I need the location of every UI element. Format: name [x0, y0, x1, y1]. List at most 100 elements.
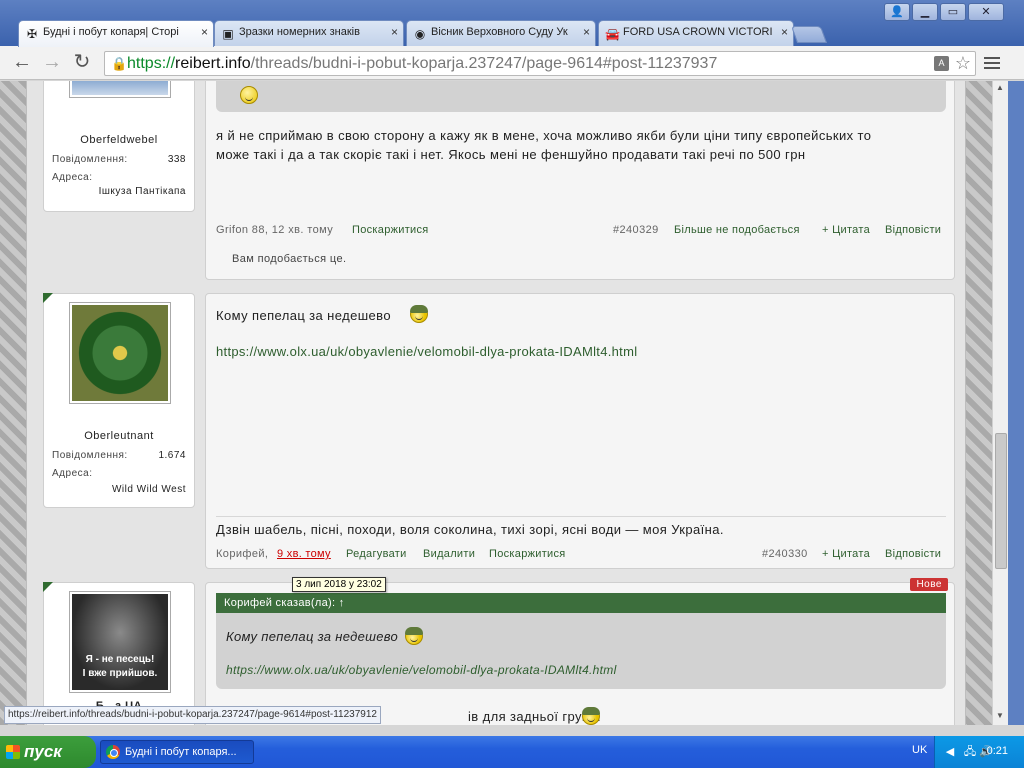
chrome-icon	[106, 745, 120, 759]
tab-title: FORD USA CROWN VICTORI	[623, 26, 773, 38]
new-tab-button[interactable]	[790, 26, 828, 43]
user-info-panel: Oberleutnant Повідомлення: 1.674 Адреса:…	[43, 293, 195, 508]
window-frame-edge	[1008, 81, 1024, 725]
address-label: Адреса:	[52, 468, 93, 479]
start-button[interactable]: пуск	[0, 736, 96, 768]
quote-link-url[interactable]: https://www.olx.ua/uk/obyavlenie/velomob…	[226, 663, 617, 677]
post-text: Кому пепелац за недешево	[216, 308, 391, 323]
network-icon[interactable]: 🖧	[963, 745, 977, 759]
avatar-caption-2: І вже прийшов.	[82, 668, 158, 679]
forward-icon[interactable]: →	[40, 51, 64, 75]
post-new: Нове Корифей сказав(ла): ↑ Кому пепелац …	[205, 578, 955, 725]
lock-icon: 🔒	[111, 56, 128, 71]
likes-summary: Вам подобається це.	[232, 253, 347, 265]
avatar[interactable]	[69, 81, 171, 98]
online-corner-marker	[43, 582, 53, 592]
url-host: reibert.info	[175, 55, 251, 72]
stat-label: Повідомлення:	[52, 450, 128, 461]
olx-link[interactable]: https://www.olx.ua/uk/obyavlenie/velomob…	[216, 344, 637, 359]
menu-icon[interactable]	[984, 54, 1000, 72]
signature-divider	[216, 516, 946, 517]
quote-header[interactable]: Корифей сказав(ла): ↑	[216, 593, 946, 613]
post-number[interactable]: #240329	[613, 224, 659, 236]
browser-toolbar: ← → ↻ 🔒 https://reibert.info/threads/bud…	[0, 46, 1024, 80]
quote-link[interactable]: + Цитата	[822, 548, 870, 560]
post-time-link[interactable]: 9 хв. тому	[277, 548, 331, 560]
tab-budni[interactable]: ✠ Будні і побут копаря| Сторі ×	[18, 20, 214, 47]
close-icon[interactable]: ×	[391, 25, 398, 39]
start-label: пуск	[24, 742, 62, 761]
post-240329: я й не сприймаю в свою сторону а кажу як…	[205, 81, 955, 280]
stat-label: Повідомлення:	[52, 154, 128, 165]
minimize-button[interactable]: ▁	[912, 3, 938, 21]
windows-logo-icon	[6, 745, 20, 759]
close-icon[interactable]: ×	[781, 25, 788, 39]
tab-title: Будні і побут копаря| Сторі	[43, 26, 179, 38]
timestamp-tooltip: 3 лип 2018 у 23:02	[292, 577, 386, 592]
tab-ford[interactable]: 🚘 FORD USA CROWN VICTORI ×	[598, 20, 794, 46]
language-indicator[interactable]: UK	[912, 744, 927, 756]
scroll-up-icon[interactable]: ▲	[996, 83, 1004, 92]
page-scrollbar[interactable]: ▲ ▼	[992, 81, 1008, 725]
edit-link[interactable]: Редагувати	[346, 548, 407, 560]
translate-icon[interactable]: A	[934, 56, 949, 71]
user-info-panel: Oberfeldwebel Повідомлення: 338 Адреса: …	[43, 81, 195, 212]
avatar[interactable]	[69, 302, 171, 404]
user-rank: Oberleutnant	[84, 430, 154, 442]
back-icon[interactable]: ←	[10, 51, 34, 75]
tab-strip: ✠ Будні і побут копаря| Сторі × ▣ Зразки…	[0, 0, 1024, 47]
clock: 0:21	[986, 745, 1008, 757]
taskbar-item-chrome[interactable]: Будні і побут копаря...	[100, 740, 254, 764]
user-rank: Oberfeldwebel	[80, 134, 158, 146]
helmet-smiley-icon	[410, 305, 428, 323]
emblem-icon: ▣	[222, 27, 234, 41]
report-link[interactable]: Поскаржитися	[489, 548, 566, 560]
quote-text: Кому пепелац за недешево	[226, 629, 399, 644]
iron-cross-icon: ✠	[26, 27, 38, 41]
user-icon[interactable]: 👤	[884, 3, 910, 21]
post-text-line2: може такі і да а так скоріє такі і нет. …	[216, 147, 806, 162]
address-label: Адреса:	[52, 172, 93, 183]
reply-link[interactable]: Відповісти	[885, 224, 941, 236]
signature-text: Дзвін шабель, пісні, походи, воля соколи…	[216, 522, 724, 537]
messages-count[interactable]: 338	[168, 154, 186, 165]
star-icon[interactable]: ☆	[955, 52, 971, 75]
post-author-time[interactable]: Grifon 88, 12 хв. тому	[216, 224, 333, 236]
back-arrow-tray-icon[interactable]: ◀	[943, 745, 957, 759]
page-viewport: Oberfeldwebel Повідомлення: 338 Адреса: …	[0, 81, 992, 725]
reply-link[interactable]: Відповісти	[885, 548, 941, 560]
location-value: Wild Wild West	[111, 484, 186, 495]
scroll-down-icon[interactable]: ▼	[996, 711, 1004, 720]
post-text-line1: я й не сприймаю в свою сторону а кажу як…	[216, 128, 872, 143]
close-icon[interactable]: ×	[583, 25, 590, 39]
car-icon: 🚘	[605, 27, 620, 41]
scroll-thumb[interactable]	[995, 433, 1007, 569]
post-author[interactable]: Корифей,	[216, 548, 268, 560]
system-tray: ◀ 🖧 🔊 0:21	[934, 736, 1024, 768]
maximize-button[interactable]: ▭	[940, 3, 966, 21]
tab-zrazky[interactable]: ▣ Зразки номерних знаків ×	[214, 20, 404, 46]
user-info-panel: Я - не песець! І вже прийшов. Б...а UA	[43, 582, 195, 725]
avatar-caption-1: Я - не песець!	[85, 654, 155, 665]
forum-column: Oberfeldwebel Повідомлення: 338 Адреса: …	[26, 81, 966, 725]
report-link[interactable]: Поскаржитися	[352, 224, 429, 236]
address-bar[interactable]: 🔒 https://reibert.info/threads/budni-i-p…	[104, 51, 976, 76]
quote-link[interactable]: + Цитата	[822, 224, 870, 236]
strongman-smiley-icon	[240, 86, 258, 104]
messages-count[interactable]: 1.674	[158, 450, 186, 461]
delete-link[interactable]: Видалити	[423, 548, 475, 560]
tab-visnyk[interactable]: ◉ Вісник Верховного Суду Ук ×	[406, 20, 596, 46]
taskbar: пуск Будні і побут копаря... UK ◀ 🖧 🔊 0:…	[0, 736, 1024, 768]
reload-icon[interactable]: ↻	[70, 51, 94, 75]
messages-stat: Повідомлення: 1.674	[52, 450, 186, 461]
messages-stat: Повідомлення: 338	[52, 154, 186, 165]
taskbar-item-label: Будні і побут копаря...	[125, 746, 237, 758]
avatar[interactable]: Я - не песець! І вже прийшов.	[69, 591, 171, 693]
quote-body: Кому пепелац за недешево https://www.olx…	[216, 613, 946, 689]
close-window-button[interactable]: ✕	[968, 3, 1004, 21]
unlike-link[interactable]: Більше не подобається	[674, 224, 800, 236]
close-icon[interactable]: ×	[201, 25, 208, 39]
url-path: /threads/budni-i-pobut-koparja.237247/pa…	[250, 55, 718, 72]
post-240330: Кому пепелац за недешево https://www.olx…	[205, 293, 955, 569]
post-number[interactable]: #240330	[762, 548, 808, 560]
